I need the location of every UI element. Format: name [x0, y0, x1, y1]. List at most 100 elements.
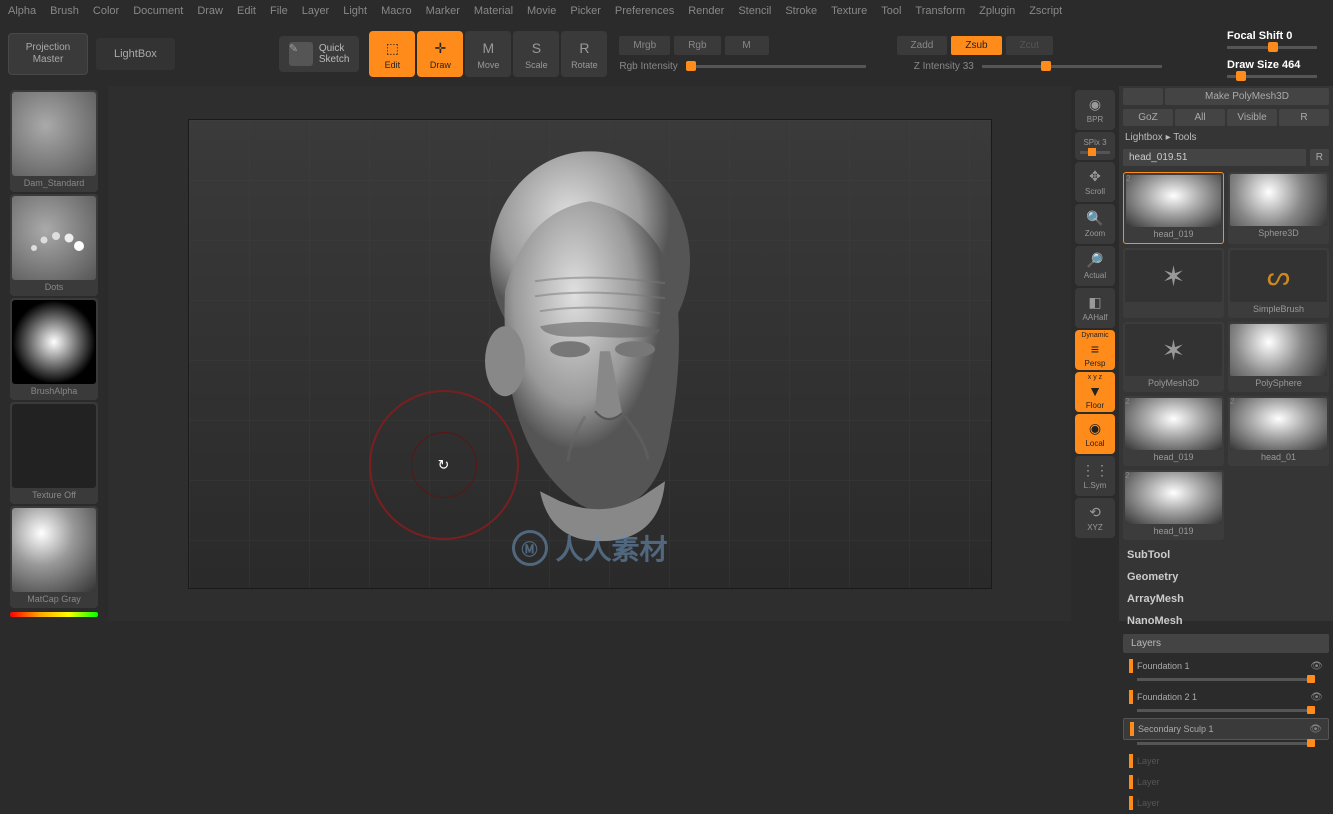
swatch-matcap-gray[interactable]: MatCap Gray	[10, 506, 98, 608]
layer-foundation-1[interactable]: Foundation 1👁	[1123, 656, 1329, 676]
menu-macro[interactable]: Macro	[381, 5, 412, 17]
tool-item-head-019[interactable]: 2head_019	[1123, 470, 1224, 540]
nav-scroll-button[interactable]: ✥Scroll	[1075, 162, 1115, 202]
focal-shift-readout: Focal Shift 0	[1227, 30, 1317, 49]
menu-light[interactable]: Light	[343, 5, 367, 17]
section-geometry[interactable]: Geometry	[1119, 566, 1333, 588]
nav-floor-button[interactable]: x y z▼Floor	[1075, 372, 1115, 412]
nav-bpr-button[interactable]: ◉BPR	[1075, 90, 1115, 130]
layer-secondary-sculp-1[interactable]: Secondary Sculp 1👁	[1123, 718, 1329, 740]
menu-file[interactable]: File	[270, 5, 288, 17]
btn-all[interactable]: All	[1175, 109, 1225, 126]
rgb-button[interactable]: Rgb	[674, 36, 720, 55]
swatch-brushalpha[interactable]: BrushAlpha	[10, 298, 98, 400]
r-badge[interactable]: R	[1310, 149, 1329, 166]
edit-mode-button[interactable]: ⬚Edit	[369, 31, 415, 77]
nav-zoom-button[interactable]: 🔍Zoom	[1075, 204, 1115, 244]
menu-bar: Alpha Brush Color Document Draw Edit File Layer…	[0, 0, 1333, 22]
tool-item-head-01[interactable]: 2head_01	[1228, 396, 1329, 466]
layer-layer[interactable]: Layer	[1123, 751, 1329, 771]
watermark-icon: Ⓜ	[511, 530, 547, 566]
swatch-dots[interactable]: Dots	[10, 194, 98, 296]
layer-layer[interactable]: Layer	[1123, 772, 1329, 792]
menu-draw[interactable]: Draw	[197, 5, 223, 17]
menu-zscript[interactable]: Zscript	[1029, 5, 1062, 17]
layer-foundation-2-1[interactable]: Foundation 2 1👁	[1123, 687, 1329, 707]
layer-slider[interactable]	[1137, 709, 1315, 712]
menu-stencil[interactable]: Stencil	[738, 5, 771, 17]
brush-cursor-ring: ↻	[369, 390, 519, 540]
menu-texture[interactable]: Texture	[831, 5, 867, 17]
menu-render[interactable]: Render	[688, 5, 724, 17]
draw-size-slider[interactable]	[1227, 75, 1317, 78]
tool-item-item-2[interactable]: ✶	[1123, 248, 1224, 318]
btn-visible[interactable]: Visible	[1227, 109, 1277, 126]
lightbox-tools-header[interactable]: Lightbox ▸ Tools	[1119, 128, 1333, 147]
tool-item-polymesh3d[interactable]: ✶PolyMesh3D	[1123, 322, 1224, 392]
top-make-polymesh3d[interactable]: Make PolyMesh3D	[1165, 88, 1329, 105]
draw-mode-button[interactable]: ✛Draw	[417, 31, 463, 77]
move-mode-button[interactable]: MMove	[465, 31, 511, 77]
projection-master-button[interactable]: Projection Master	[8, 33, 88, 75]
swatch-texture-off[interactable]: Texture Off	[10, 402, 98, 504]
tool-item-sphere3d[interactable]: Sphere3D	[1228, 172, 1329, 244]
menu-movie[interactable]: Movie	[527, 5, 556, 17]
nav-aahalf-button[interactable]: ◧AAHalf	[1075, 288, 1115, 328]
btn-goz[interactable]: GoZ	[1123, 109, 1173, 126]
current-tool-name[interactable]: head_019.51	[1123, 149, 1306, 166]
tool-item-polysphere[interactable]: PolySphere	[1228, 322, 1329, 392]
section-nanomesh[interactable]: NanoMesh	[1119, 610, 1333, 632]
menu-preferences[interactable]: Preferences	[615, 5, 674, 17]
nav-l-sym-button[interactable]: ⋮⋮L.Sym	[1075, 456, 1115, 496]
nav-local-button[interactable]: ◉Local	[1075, 414, 1115, 454]
menu-picker[interactable]: Picker	[570, 5, 601, 17]
rgb-intensity-label: Rgb Intensity	[619, 61, 677, 72]
layer-slider[interactable]	[1137, 742, 1315, 745]
menu-brush[interactable]: Brush	[50, 5, 79, 17]
menu-material[interactable]: Material	[474, 5, 513, 17]
zsub-button[interactable]: Zsub	[951, 36, 1001, 55]
color-gradient[interactable]	[10, 612, 98, 617]
btn-r[interactable]: R	[1279, 109, 1329, 126]
section-subtool[interactable]: SubTool	[1119, 544, 1333, 566]
zadd-button[interactable]: Zadd	[897, 36, 948, 55]
nav-xyz-button[interactable]: ⟲XYZ	[1075, 498, 1115, 538]
layer-layer[interactable]: Layer	[1123, 793, 1329, 813]
m-button[interactable]: M	[725, 36, 769, 55]
layer-slider[interactable]	[1137, 678, 1315, 681]
mrgb-button[interactable]: Mrgb	[619, 36, 670, 55]
rotate-mode-button[interactable]: RRotate	[561, 31, 607, 77]
quick-sketch-label: Quick Sketch	[319, 43, 350, 65]
tool-item-head-019[interactable]: 2head_019	[1123, 172, 1224, 244]
viewport[interactable]: ↻ Ⓜ 人人素材	[108, 86, 1071, 621]
menu-transform[interactable]: Transform	[915, 5, 965, 17]
z-intensity-slider[interactable]	[982, 65, 1162, 68]
left-palette: Dam_StandardDotsBrushAlphaTexture OffMat…	[0, 86, 108, 621]
nav-persp-button[interactable]: Dynamic≡Persp	[1075, 330, 1115, 370]
menu-marker[interactable]: Marker	[426, 5, 460, 17]
lightbox-button[interactable]: LightBox	[96, 38, 175, 70]
section-arraymesh[interactable]: ArrayMesh	[1119, 588, 1333, 610]
menu-layer[interactable]: Layer	[302, 5, 330, 17]
canvas[interactable]: ↻ Ⓜ 人人素材	[188, 119, 992, 589]
tool-item-head-019[interactable]: 2head_019	[1123, 396, 1224, 466]
menu-tool[interactable]: Tool	[881, 5, 901, 17]
menu-color[interactable]: Color	[93, 5, 119, 17]
menu-edit[interactable]: Edit	[237, 5, 256, 17]
zcut-button[interactable]: Zcut	[1006, 36, 1053, 55]
top-blank[interactable]	[1123, 88, 1163, 105]
quick-sketch-button[interactable]: ✎ Quick Sketch	[279, 36, 360, 72]
nav-actual-button[interactable]: 🔎Actual	[1075, 246, 1115, 286]
layers-header[interactable]: Layers	[1123, 634, 1329, 653]
nav-spix-3-button[interactable]: SPix 3	[1075, 132, 1115, 160]
menu-alpha[interactable]: Alpha	[8, 5, 36, 17]
rgb-intensity-slider[interactable]	[686, 65, 866, 68]
swatch-dam-standard[interactable]: Dam_Standard	[10, 90, 98, 192]
menu-stroke[interactable]: Stroke	[785, 5, 817, 17]
scale-mode-button[interactable]: SScale	[513, 31, 559, 77]
menu-document[interactable]: Document	[133, 5, 183, 17]
tool-item-simplebrush[interactable]: ᔕSimpleBrush	[1228, 248, 1329, 318]
menu-zplugin[interactable]: Zplugin	[979, 5, 1015, 17]
focal-shift-slider[interactable]	[1227, 46, 1317, 49]
draw-size-readout: Draw Size 464	[1227, 59, 1317, 78]
